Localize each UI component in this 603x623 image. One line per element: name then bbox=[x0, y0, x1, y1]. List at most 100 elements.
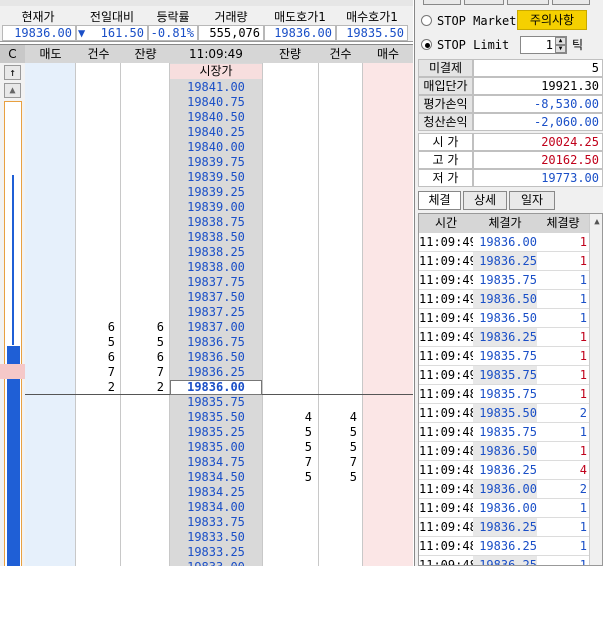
ladder-row[interactable]: 19834.75 7 7 bbox=[25, 455, 413, 470]
trade-price: 19836.25 bbox=[473, 556, 537, 565]
ladder-row[interactable]: 19833.25 bbox=[25, 545, 413, 560]
ladder-row[interactable]: 19837.75 bbox=[25, 275, 413, 290]
ladder-row[interactable]: 19834.25 bbox=[25, 485, 413, 500]
trade-time: 11:09:49 bbox=[419, 254, 477, 268]
change-rate-value: -0.81% bbox=[148, 25, 198, 41]
ladder-price: 19834.00 bbox=[187, 500, 245, 514]
top-button-3[interactable] bbox=[507, 0, 549, 5]
trade-price: 19836.50 bbox=[473, 290, 537, 309]
tab-details[interactable]: 상세 bbox=[463, 191, 507, 210]
ladder-row[interactable]: 19837.00 6 6 bbox=[25, 320, 413, 335]
position-info-row: 평가손익 -8,530.00 bbox=[418, 95, 603, 114]
ask-remaining: 2 bbox=[156, 380, 164, 394]
bid-remaining: 5 bbox=[304, 440, 312, 454]
ladder-row[interactable]: 19836.50 6 6 bbox=[25, 350, 413, 365]
scroll-up-icon[interactable]: ▲ bbox=[591, 217, 602, 227]
ladder-row[interactable]: 19833.50 bbox=[25, 530, 413, 545]
ladder-row[interactable]: 19837.50 bbox=[25, 290, 413, 305]
top-button-1[interactable] bbox=[423, 0, 461, 5]
ask-count: 7 bbox=[107, 365, 115, 379]
ladder-row[interactable]: 19836.00 2 2 bbox=[25, 380, 413, 395]
position-info-label: 청산손익 bbox=[418, 113, 473, 131]
scroll-top-icon[interactable]: ▲ bbox=[4, 83, 21, 98]
trade-qty: 1 bbox=[579, 539, 587, 553]
ladder-row[interactable]: 19836.25 7 7 bbox=[25, 365, 413, 380]
ladder-row[interactable]: 19839.75 bbox=[25, 155, 413, 170]
ohl-label: 시 가 bbox=[418, 133, 473, 151]
ladder-row[interactable]: 19835.25 5 5 bbox=[25, 425, 413, 440]
notice-button[interactable]: 주의사항 bbox=[517, 10, 587, 30]
ladder-price: 19833.25 bbox=[187, 545, 245, 559]
tick-value[interactable]: 1 bbox=[521, 37, 553, 53]
ladder-row[interactable]: 19840.50 bbox=[25, 110, 413, 125]
ladder-row[interactable]: 19840.25 bbox=[25, 125, 413, 140]
ask-remaining: 7 bbox=[156, 365, 164, 379]
ladder-price: 19839.25 bbox=[187, 185, 245, 199]
ladder-row[interactable]: 19838.50 bbox=[25, 230, 413, 245]
tab-trades[interactable]: 체결 bbox=[418, 191, 461, 210]
top-button-2[interactable] bbox=[464, 0, 504, 5]
ladder-row[interactable]: 19838.00 bbox=[25, 260, 413, 275]
ladder-price: 19834.50 bbox=[187, 470, 245, 484]
trade-time: 11:09:48 bbox=[419, 501, 477, 515]
tick-up-icon[interactable]: ▲ bbox=[555, 37, 566, 45]
ladder-row[interactable]: 19835.00 5 5 bbox=[25, 440, 413, 455]
tab-daily[interactable]: 일자 bbox=[509, 191, 555, 210]
stop-market-option[interactable]: STOP Market bbox=[419, 12, 519, 30]
ladder-row[interactable]: 19835.50 4 4 bbox=[25, 410, 413, 425]
ladder-row[interactable]: 19836.75 5 5 bbox=[25, 335, 413, 350]
header-count-left: 건수 bbox=[76, 45, 122, 63]
ask1-value: 19836.00 bbox=[264, 25, 336, 41]
ohl-value: 19773.00 bbox=[473, 169, 603, 187]
trade-time: 11:09:48 bbox=[419, 444, 477, 458]
ladder-row[interactable]: 19834.00 bbox=[25, 500, 413, 515]
ladder-price: 19839.50 bbox=[187, 170, 245, 184]
trade-qty: 2 bbox=[579, 482, 587, 496]
ladder-row[interactable]: 19835.75 bbox=[25, 395, 413, 410]
top-button-4[interactable] bbox=[552, 0, 590, 5]
trade-qty: 1 bbox=[579, 501, 587, 515]
trades-scrollbar[interactable]: ▲ bbox=[589, 214, 602, 565]
ladder-price: 19840.25 bbox=[187, 125, 245, 139]
trade-row: 11:09:49 19836.50 1 bbox=[419, 290, 589, 309]
trade-time: 11:09:49 bbox=[419, 235, 477, 249]
trade-time: 11:09:49 bbox=[419, 311, 477, 325]
ladder-row[interactable]: 19834.50 5 5 bbox=[25, 470, 413, 485]
trade-row: 11:09:48 19835.75 1 bbox=[419, 423, 589, 442]
ladder-row[interactable]: 19838.75 bbox=[25, 215, 413, 230]
ask-count: 2 bbox=[107, 380, 115, 394]
radio-unchecked-icon[interactable] bbox=[421, 15, 432, 26]
radio-checked-icon[interactable] bbox=[421, 39, 432, 50]
ladder-price: 19834.25 bbox=[187, 485, 245, 499]
ladder-row[interactable]: 19838.25 bbox=[25, 245, 413, 260]
stop-limit-option[interactable]: STOP Limit bbox=[419, 36, 519, 54]
ladder-price: 19834.75 bbox=[187, 455, 245, 469]
ladder-row[interactable]: 19833.75 bbox=[25, 515, 413, 530]
trade-row: 11:09:49 19835.75 1 bbox=[419, 271, 589, 290]
ladder-row[interactable]: 19839.25 bbox=[25, 185, 413, 200]
ladder-row[interactable]: 19837.25 bbox=[25, 305, 413, 320]
ask-remaining: 6 bbox=[156, 320, 164, 334]
market-price-row[interactable]: 시장가 bbox=[170, 64, 262, 79]
trades-header-time: 시간 bbox=[434, 216, 458, 230]
right-panel: STOP Market 주의사항 STOP Limit 1 ▲ ▼ 틱 미결제 5… bbox=[414, 0, 603, 566]
tick-stepper[interactable]: 1 ▲ ▼ bbox=[520, 36, 567, 54]
scroll-up-button[interactable]: ↑ bbox=[4, 65, 21, 80]
ladder-row[interactable]: 19840.00 bbox=[25, 140, 413, 155]
position-info-value: 19921.30 bbox=[473, 77, 603, 95]
ladder-row[interactable]: 19839.50 bbox=[25, 170, 413, 185]
tick-down-icon[interactable]: ▼ bbox=[555, 45, 566, 53]
ladder-price: 19836.50 bbox=[187, 350, 245, 364]
ladder-row[interactable]: 19841.00 bbox=[25, 80, 413, 95]
bid-remaining: 7 bbox=[304, 455, 312, 469]
ladder-price: 19833.00 bbox=[170, 560, 262, 566]
trade-price: 19836.00 bbox=[473, 233, 537, 252]
ladder-price: 19833.75 bbox=[187, 515, 245, 529]
ladder-row[interactable]: 19839.00 bbox=[25, 200, 413, 215]
c-button[interactable]: C bbox=[0, 45, 26, 63]
header-rem-right: 잔량 bbox=[262, 45, 319, 63]
trade-price: 19836.50 bbox=[473, 442, 537, 461]
ladder-row[interactable]: 19833.00 bbox=[25, 560, 413, 566]
ladder-row[interactable]: 19840.75 bbox=[25, 95, 413, 110]
trade-price: 19836.25 bbox=[473, 461, 537, 480]
